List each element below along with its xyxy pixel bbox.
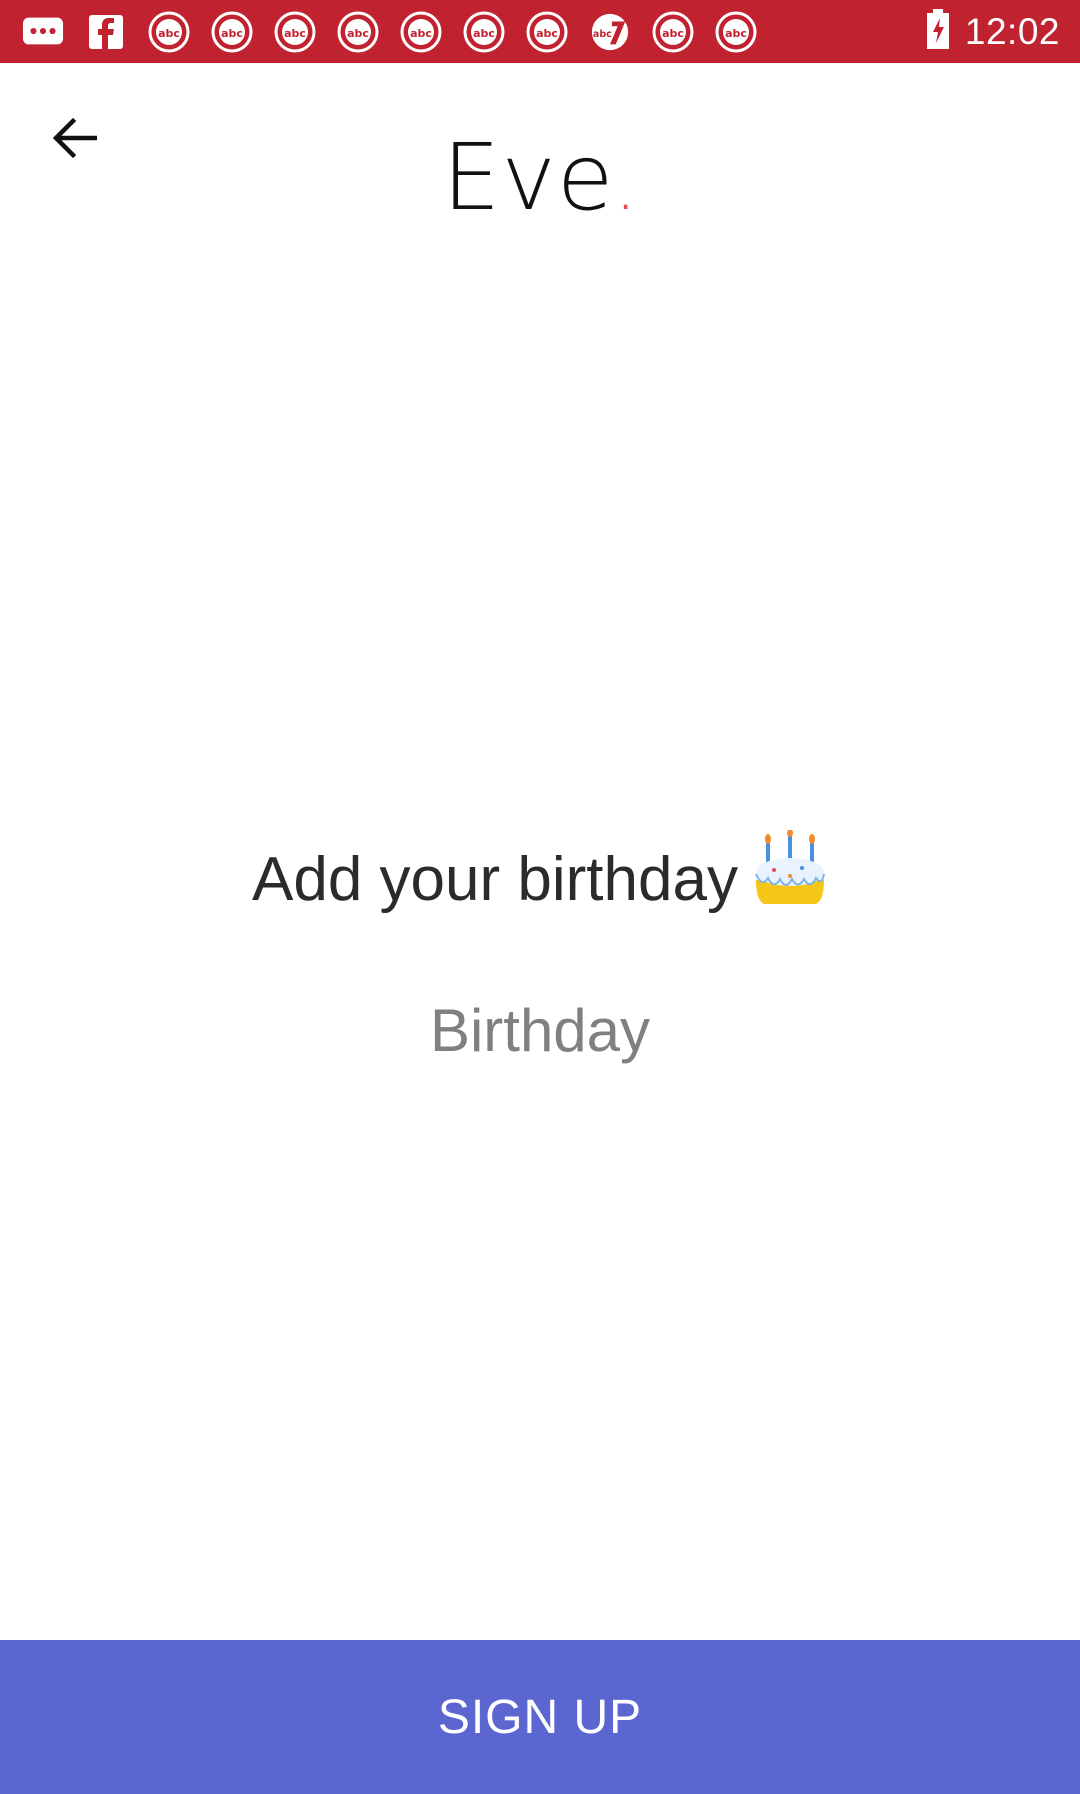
svg-text:abc: abc — [158, 27, 180, 40]
abc-news-icon: abc — [400, 11, 442, 53]
abc-news-icon: abc — [526, 11, 568, 53]
svg-text:abc: abc — [725, 27, 747, 40]
abc-news-icon: abc — [463, 11, 505, 53]
birthday-cake-icon — [752, 829, 828, 930]
status-right: 12:02 — [925, 8, 1060, 55]
svg-text:abc: abc — [473, 27, 495, 40]
svg-text:abc: abc — [410, 27, 432, 40]
notification-icons: abc abc abc abc abc abc abc abc abc abc — [22, 11, 757, 53]
abc-news-icon: abc — [211, 11, 253, 53]
svg-text:abc: abc — [221, 27, 243, 40]
svg-text:abc: abc — [536, 27, 558, 40]
logo-dot: . — [614, 144, 638, 226]
abc-news-icon: abc — [337, 11, 379, 53]
status-time: 12:02 — [964, 10, 1060, 52]
signup-button[interactable]: SIGN UP — [0, 1640, 1080, 1794]
svg-text:abc: abc — [284, 27, 306, 40]
signup-birthday-screen: abc abc abc abc abc abc abc abc abc abc … — [0, 0, 1080, 1794]
abc7-icon: abc — [589, 11, 631, 53]
messages-icon — [22, 11, 64, 53]
svg-text:abc: abc — [662, 27, 684, 40]
svg-text:abc: abc — [347, 27, 369, 40]
birthday-input[interactable] — [240, 990, 840, 1070]
logo-text: Eve — [442, 124, 615, 231]
abc-news-icon: abc — [148, 11, 190, 53]
status-bar: abc abc abc abc abc abc abc abc abc abc … — [0, 0, 1080, 63]
signup-label: SIGN UP — [437, 1690, 643, 1744]
battery-icon — [925, 8, 951, 55]
abc-news-icon: abc — [274, 11, 316, 53]
svg-text:abc: abc — [593, 28, 612, 39]
page-heading: Add your birthday — [0, 829, 1080, 930]
heading-text: Add your birthday — [252, 845, 738, 914]
abc-news-icon: abc — [652, 11, 694, 53]
app-logo: Eve. — [0, 132, 1080, 224]
facebook-icon — [85, 11, 127, 53]
abc-news-icon: abc — [715, 11, 757, 53]
